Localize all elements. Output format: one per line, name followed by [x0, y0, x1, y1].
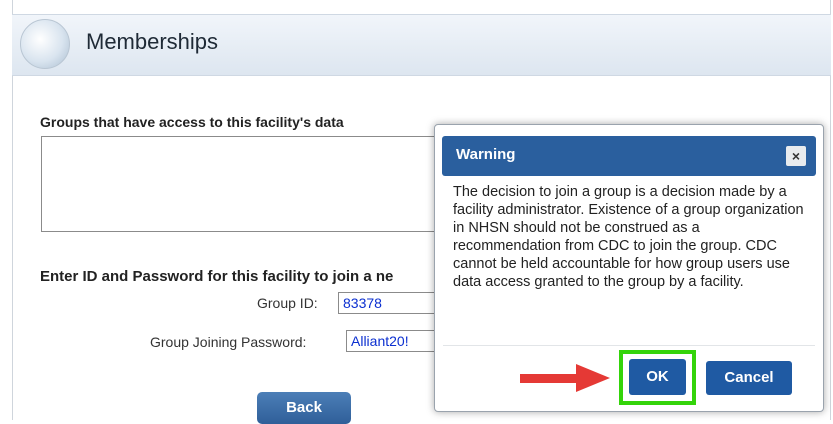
page-title: Memberships: [86, 29, 219, 54]
groups-access-label: Groups that have access to this facility…: [40, 114, 344, 130]
facility-logo-icon: [20, 19, 70, 69]
cancel-button[interactable]: Cancel: [706, 361, 792, 395]
dialog-divider: [443, 345, 815, 346]
red-arrow-icon: [520, 364, 610, 392]
dialog-message: The decision to join a group is a decisi…: [453, 184, 804, 290]
close-icon[interactable]: ×: [786, 146, 806, 166]
group-password-label: Group Joining Password:: [150, 334, 307, 350]
groups-list-box[interactable]: [41, 136, 441, 232]
dialog-titlebar: Warning ×: [442, 136, 816, 176]
back-button[interactable]: Back: [257, 392, 351, 424]
group-password-input[interactable]: [346, 330, 438, 352]
group-id-input[interactable]: [338, 292, 438, 314]
join-group-label: Enter ID and Password for this facility …: [40, 268, 394, 285]
group-id-label: Group ID:: [257, 295, 318, 311]
ok-button[interactable]: OK: [629, 359, 686, 395]
dialog-title: Warning: [456, 146, 516, 163]
